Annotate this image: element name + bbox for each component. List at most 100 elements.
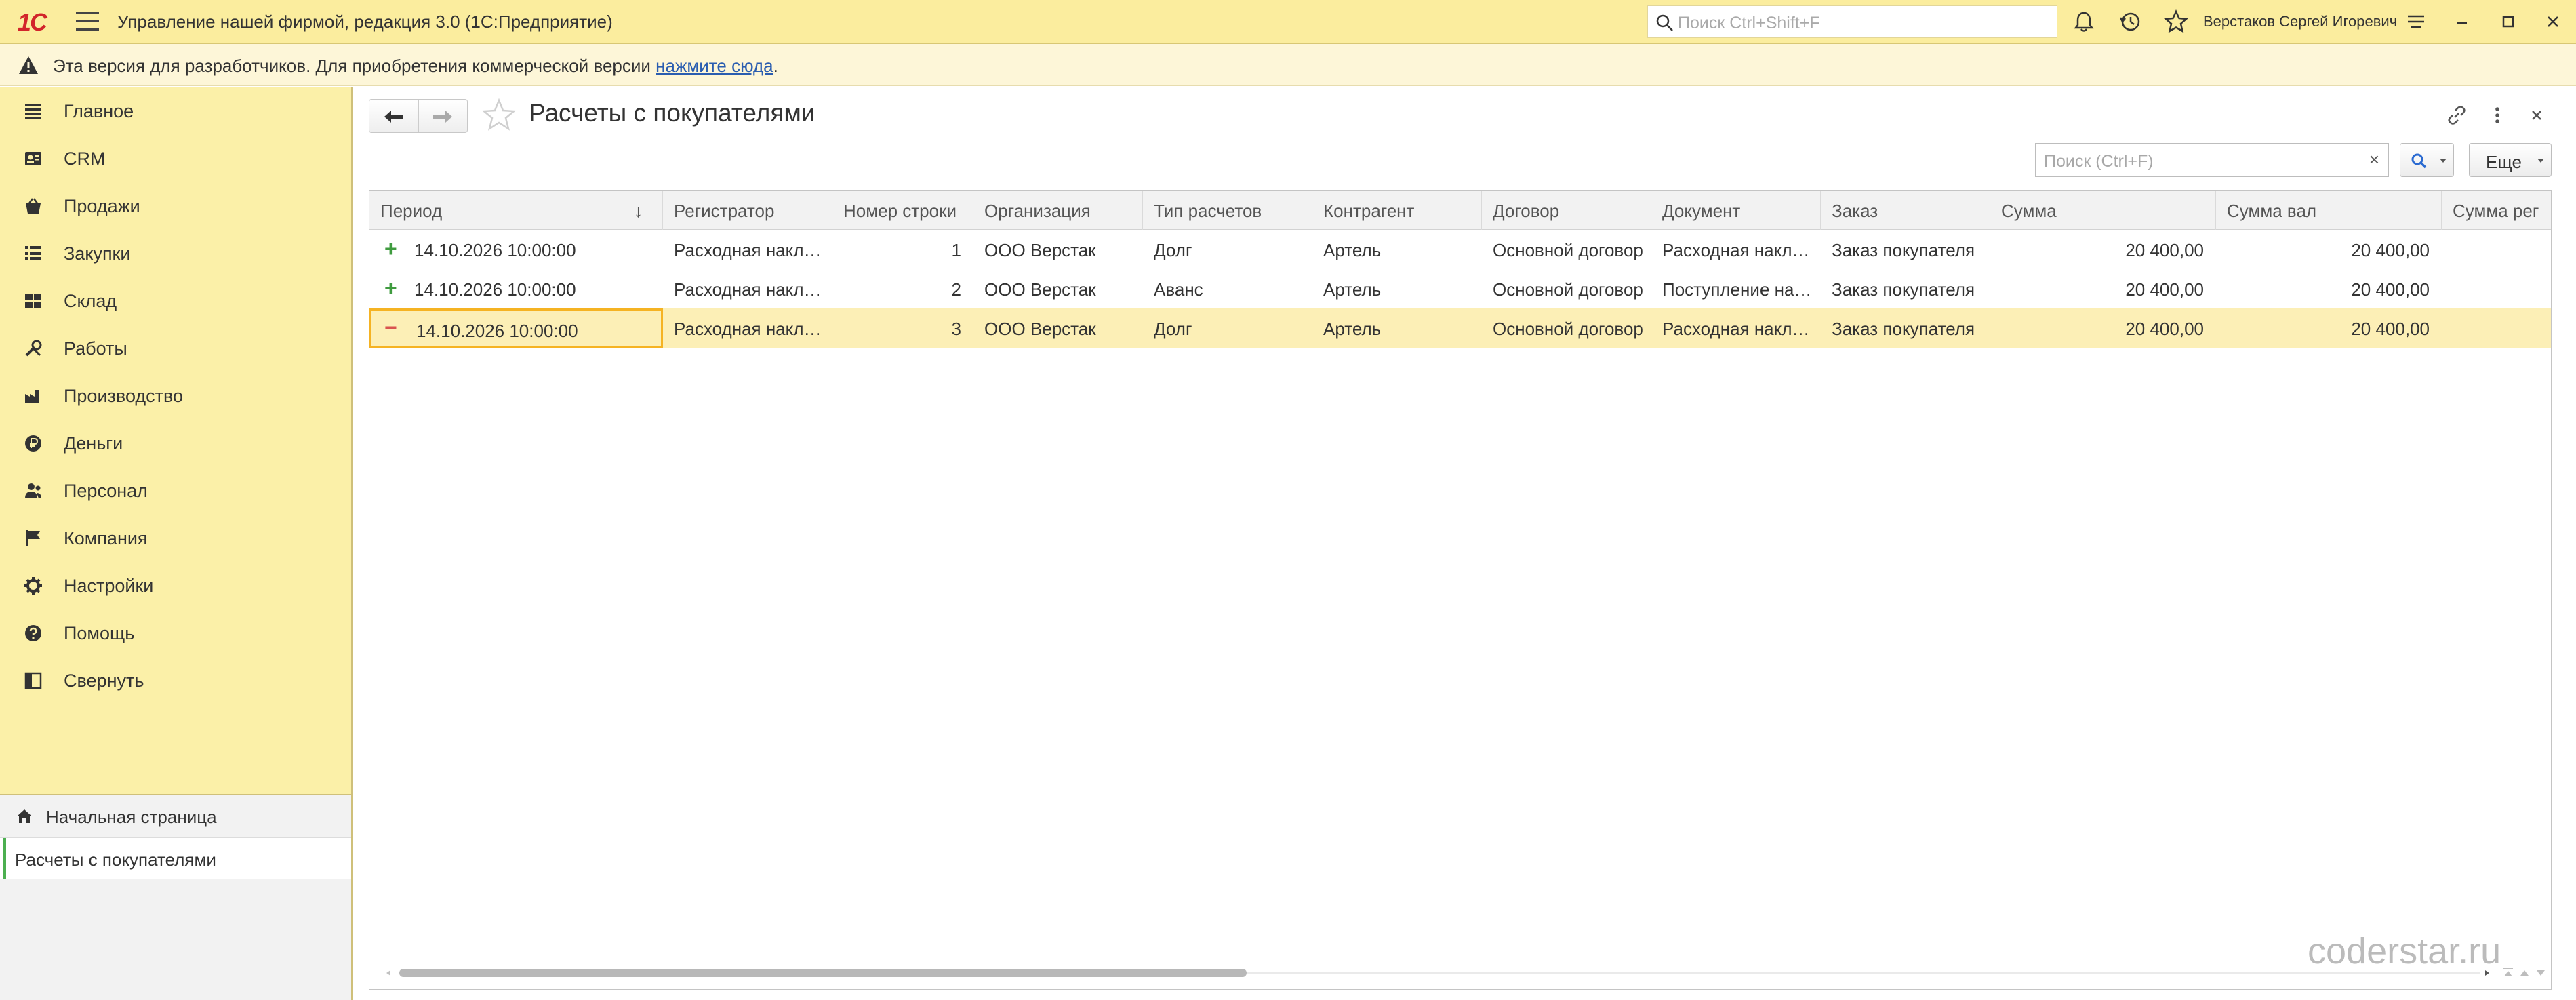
table-row[interactable]: + 14.10.2026 10:00:00 Расходная накладна…	[369, 269, 2551, 308]
sidebar-item-warehouse[interactable]: Склад	[0, 277, 351, 324]
sidebar-item-label: Главное	[64, 101, 134, 121]
cell-settlement-type[interactable]: Аванс	[1143, 269, 1306, 308]
scroll-up-icon[interactable]	[2518, 967, 2531, 978]
scroll-to-top-icon[interactable]	[2502, 967, 2514, 978]
close-icon[interactable]	[2539, 8, 2567, 35]
more-actions-button[interactable]: Еще	[2469, 143, 2552, 177]
column-header-order[interactable]: Заказ	[1821, 191, 1990, 230]
cell-order[interactable]: Заказ покупателя	[1821, 308, 1984, 348]
sidebar-item-label: Настройки	[64, 576, 154, 596]
form-search-input[interactable]: Поиск (Ctrl+F) ×	[2035, 143, 2389, 177]
forward-arrow-icon[interactable]	[430, 106, 455, 127]
sidebar-item-money[interactable]: Деньги	[0, 419, 351, 466]
scrollbar-thumb[interactable]	[399, 969, 1247, 977]
favorites-star-icon[interactable]	[2162, 8, 2190, 35]
open-tab-customer-settlements[interactable]: Расчеты с покупателями	[0, 837, 351, 879]
cell-settlement-type[interactable]: Долг	[1143, 230, 1306, 269]
sidebar-item-settings[interactable]: Настройки	[0, 561, 351, 609]
column-header-counterparty[interactable]: Контрагент	[1312, 191, 1482, 230]
sidebar-item-collapse[interactable]: Свернуть	[0, 656, 351, 704]
cell-contract[interactable]: Основной договор	[1482, 308, 1645, 348]
cell-organization[interactable]: ООО Верстак	[973, 269, 1136, 308]
column-header-organization[interactable]: Организация	[973, 191, 1143, 230]
scroll-down-icon[interactable]	[2535, 967, 2547, 978]
column-header-document[interactable]: Документ	[1651, 191, 1821, 230]
cell-line-number[interactable]: 2	[832, 269, 973, 308]
cell-period[interactable]: 14.10.2026 10:00:00	[369, 308, 663, 348]
cell-document[interactable]: Расходная накладная	[1651, 308, 1814, 348]
table-row-selected[interactable]: 14.10.2026 10:00:00 − Расходная накладна…	[369, 308, 2551, 348]
sidebar-item-purchases[interactable]: Закупки	[0, 229, 351, 277]
cell-sum-currency[interactable]: 20 400,00	[2216, 269, 2442, 308]
factory-icon	[25, 390, 39, 403]
sidebar-item-label: Помощь	[64, 623, 135, 643]
cell-sum-currency[interactable]: 20 400,00	[2216, 230, 2442, 269]
home-icon	[17, 809, 32, 823]
cell-registrar[interactable]: Расходная накладная	[663, 269, 826, 308]
sidebar-item-crm[interactable]: CRM	[0, 134, 351, 182]
cell-organization[interactable]: ООО Верстак	[973, 308, 1136, 348]
sidebar-item-company[interactable]: Компания	[0, 514, 351, 561]
cell-order[interactable]: Заказ покупателя	[1821, 269, 1984, 308]
clear-search-button[interactable]: ×	[2360, 144, 2388, 176]
sidebar-item-label: Свернуть	[64, 671, 144, 691]
cell-sum-regulated[interactable]	[2442, 230, 2551, 269]
main-menu-icon[interactable]	[76, 12, 99, 31]
cell-line-number[interactable]: 3	[832, 308, 973, 348]
cell-contract[interactable]: Основной договор	[1482, 269, 1645, 308]
column-header-line-number[interactable]: Номер строки	[832, 191, 973, 230]
favorite-star-icon[interactable]	[481, 98, 517, 132]
link-icon[interactable]	[2443, 102, 2470, 129]
cell-sum[interactable]: 20 400,00	[1990, 269, 2216, 308]
settlements-table[interactable]: Период ↓ Регистратор Номер строки Организ…	[369, 190, 2552, 990]
cell-document[interactable]: Расходная накладная	[1651, 230, 1814, 269]
column-header-sum[interactable]: Сумма	[1990, 191, 2216, 230]
cell-registrar[interactable]: Расходная накладная	[663, 308, 826, 348]
cell-counterparty[interactable]: Артель	[1312, 269, 1475, 308]
column-header-sum-regulated[interactable]: Сумма рег	[2442, 191, 2551, 230]
cell-order[interactable]: Заказ покупателя	[1821, 230, 1984, 269]
search-options-button[interactable]	[2400, 143, 2454, 177]
sidebar-item-staff[interactable]: Персонал	[0, 466, 351, 514]
cell-sum-regulated[interactable]	[2442, 308, 2551, 348]
cell-period[interactable]: 14.10.2026 10:00:00	[369, 230, 663, 269]
sidebar-item-main[interactable]: Главное	[0, 87, 351, 134]
back-arrow-icon[interactable]	[382, 106, 406, 127]
sidebar-item-help[interactable]: Помощь	[0, 609, 351, 656]
cell-sum[interactable]: 20 400,00	[1990, 230, 2216, 269]
user-name[interactable]: Верстаков Сергей Игоревич	[2203, 13, 2397, 31]
cell-counterparty[interactable]: Артель	[1312, 230, 1475, 269]
bell-icon[interactable]	[2070, 8, 2097, 35]
cell-period[interactable]: 14.10.2026 10:00:00	[369, 269, 663, 308]
history-icon[interactable]	[2116, 8, 2144, 35]
cell-counterparty[interactable]: Артель	[1312, 308, 1475, 348]
settings-menu-icon[interactable]	[2402, 8, 2430, 35]
column-header-contract[interactable]: Договор	[1482, 191, 1651, 230]
scroll-left-icon[interactable]	[384, 969, 393, 977]
maximize-icon[interactable]	[2495, 8, 2522, 35]
more-vertical-icon[interactable]	[2484, 102, 2511, 129]
cell-settlement-type[interactable]: Долг	[1143, 308, 1306, 348]
global-search-input[interactable]: Поиск Ctrl+Shift+F	[1647, 5, 2057, 38]
cell-sum-regulated[interactable]	[2442, 269, 2551, 308]
cell-sum[interactable]: 20 400,00	[1990, 308, 2216, 348]
open-tab-home[interactable]: Начальная страница	[0, 795, 351, 837]
sidebar-item-production[interactable]: Производство	[0, 372, 351, 419]
column-header-period[interactable]: Период ↓	[369, 191, 663, 230]
column-header-registrar[interactable]: Регистратор	[663, 191, 832, 230]
sidebar-item-sales[interactable]: Продажи	[0, 182, 351, 229]
cell-organization[interactable]: ООО Верстак	[973, 230, 1136, 269]
minimize-icon[interactable]	[2449, 8, 2476, 35]
buy-link[interactable]: нажмите сюда	[656, 56, 773, 76]
cell-sum-currency[interactable]: 20 400,00	[2216, 308, 2442, 348]
column-header-sum-currency[interactable]: Сумма вал	[2216, 191, 2442, 230]
cell-document[interactable]: Поступление на счет	[1651, 269, 1814, 308]
table-row[interactable]: + 14.10.2026 10:00:00 Расходная накладна…	[369, 230, 2551, 269]
cell-registrar[interactable]: Расходная накладная	[663, 230, 826, 269]
close-form-icon[interactable]	[2523, 102, 2550, 129]
column-header-settlement-type[interactable]: Тип расчетов	[1143, 191, 1312, 230]
sidebar-item-works[interactable]: Работы	[0, 324, 351, 372]
horizontal-scrollbar[interactable]	[382, 966, 2551, 980]
cell-line-number[interactable]: 1	[832, 230, 973, 269]
cell-contract[interactable]: Основной договор	[1482, 230, 1645, 269]
